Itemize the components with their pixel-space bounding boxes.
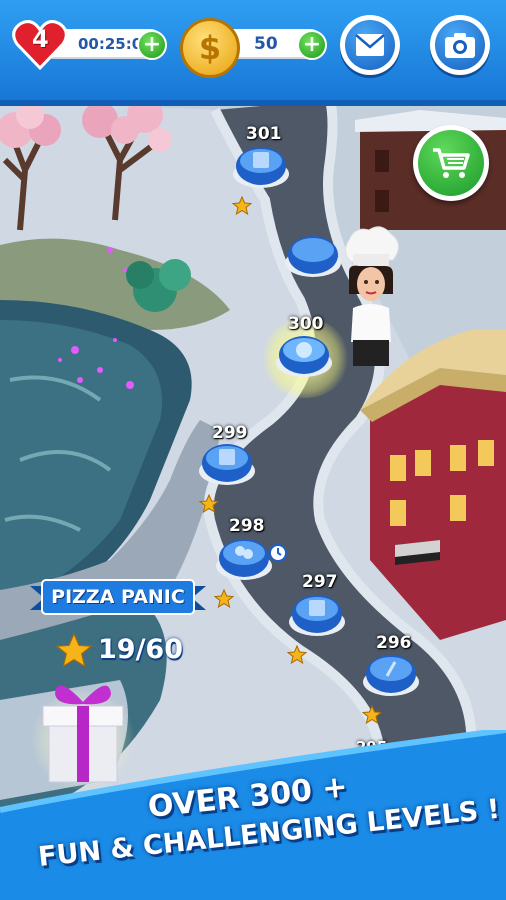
level-297-button[interactable]: [288, 592, 346, 638]
add-lives-button[interactable]: +: [137, 30, 167, 60]
camera-button[interactable]: [430, 15, 490, 75]
level-297-star: [287, 645, 307, 665]
level-300-button[interactable]: [275, 333, 333, 379]
level-299-label: 299: [212, 423, 248, 443]
coin-icon: $: [180, 18, 240, 78]
level-301-label: 301: [246, 124, 282, 144]
level-301-button[interactable]: [232, 144, 290, 190]
episode-star-progress: 19/60: [98, 634, 184, 665]
level-298-label: 298: [229, 516, 265, 536]
level-299-button[interactable]: [198, 441, 256, 487]
level-301-star: [232, 196, 252, 216]
coin-count: 50: [254, 34, 278, 54]
episode-banner: PIZZA PANIC: [30, 578, 206, 618]
add-coins-button[interactable]: +: [297, 30, 327, 60]
level-300-label: 300: [288, 314, 324, 334]
level-296-star: [362, 705, 382, 725]
level-299-star: [199, 494, 219, 514]
timer-icon: [269, 544, 287, 562]
level-296-label: 296: [376, 633, 412, 653]
lives-count: 4: [32, 25, 49, 53]
shopping-cart-icon: [433, 148, 470, 178]
star-icon: [55, 632, 93, 668]
level-298-button[interactable]: [215, 536, 273, 582]
level-297-label: 297: [302, 572, 338, 592]
level-298-star: [214, 589, 234, 609]
mail-button[interactable]: [340, 15, 400, 75]
shop-button[interactable]: [413, 125, 489, 201]
episode-name: PIZZA PANIC: [51, 586, 185, 608]
level-296-button[interactable]: [362, 652, 420, 698]
level-locked-button[interactable]: [284, 233, 342, 279]
camera-icon: [445, 33, 475, 58]
envelope-icon: [355, 34, 385, 56]
